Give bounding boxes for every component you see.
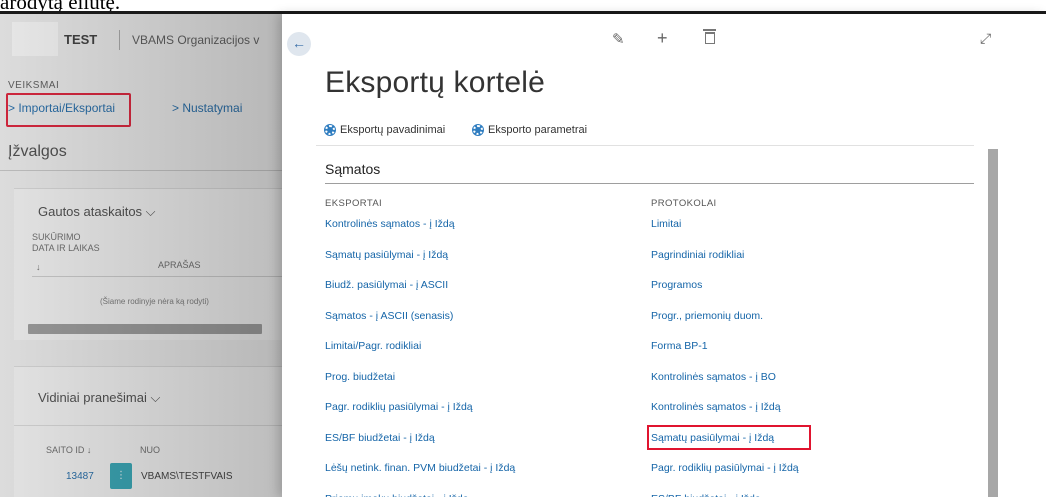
received-reports-title[interactable]: Gautos ataskaitos ⌵ [38, 204, 156, 220]
export-link[interactable]: Sąmatos - į ASCII (senasis) [325, 310, 453, 322]
insights-title: Įžvalgos [8, 143, 67, 160]
export-link[interactable]: Sąmatų pasiūlymai - į Iždą [325, 249, 448, 261]
export-link[interactable]: Prog. biudžetai [325, 371, 395, 383]
gear-icon [325, 125, 335, 135]
export-link[interactable]: Lėšų netink. finan. PVM biudžetai - į Iž… [325, 462, 515, 474]
protocol-link[interactable]: Progr., priemonių duom. [651, 310, 763, 322]
insights-divider [0, 170, 282, 171]
horizontal-scrollbar[interactable] [28, 324, 262, 334]
protocol-link[interactable]: Limitai [651, 218, 681, 230]
export-link[interactable]: Kontrolinės sąmatos - į Iždą [325, 218, 455, 230]
chevron-down-icon: ⌵ [142, 204, 156, 219]
protocols-header: PROTOKOLAI [651, 198, 717, 209]
protocol-link[interactable]: Kontrolinės sąmatos - į BO [651, 371, 776, 383]
nav-export-parameters[interactable]: Eksporto parametrai [473, 124, 587, 136]
protocol-link[interactable]: Pagrindiniai rodikliai [651, 249, 744, 261]
message-entry-id[interactable]: 13487 [66, 471, 94, 482]
gear-icon [473, 125, 483, 135]
vertical-scrollbar[interactable] [988, 149, 998, 497]
column-description[interactable]: APRAŠAS [158, 260, 201, 270]
column-created[interactable]: SUKŪRIMO DATA IR LAIKAS [32, 232, 100, 254]
company-logo [12, 22, 58, 56]
back-button[interactable]: ← [287, 32, 311, 56]
import-export-highlight-box [6, 93, 131, 127]
empty-message: (Šiame rodinyje nėra ką rodyti) [100, 297, 209, 306]
sort-arrow-icon: ↓ [36, 262, 41, 272]
chevron-down-icon: ⌵ [146, 390, 161, 405]
highlight-box [647, 425, 811, 450]
action-settings[interactable]: > Nustatymai [172, 101, 242, 115]
export-link[interactable]: Biudž. pasiūlymai - į ASCII [325, 279, 448, 291]
internal-messages-title[interactable]: Vidiniai pranešimai ⌵ [38, 390, 160, 406]
actions-header: VEIKSMAI [8, 80, 60, 91]
export-link[interactable]: ES/BF biudžetai - į Iždą [325, 432, 435, 444]
section-divider [325, 183, 974, 184]
protocol-link[interactable]: Pagr. rodiklių pasiūlymai - į Iždą [651, 462, 799, 474]
expand-icon[interactable]: ⤢ [980, 30, 991, 47]
nav-divider [316, 145, 974, 146]
arrow-left-icon: ← [292, 35, 306, 51]
column-from[interactable]: NUO [140, 445, 160, 455]
card-divider [14, 425, 282, 426]
nav-export-names[interactable]: Eksportų pavadinimai [325, 124, 445, 136]
column-entry-id[interactable]: SAITO ID ↓ [46, 445, 91, 455]
organization-name[interactable]: VBAMS Organizacijos v [132, 33, 259, 47]
row-menu-icon[interactable]: ⋮ [110, 463, 132, 489]
table-divider [32, 276, 282, 277]
protocol-link[interactable]: Programos [651, 279, 702, 291]
protocol-link[interactable]: Kontrolinės sąmatos - į Iždą [651, 401, 781, 413]
export-link[interactable]: Priemų įmokų biudžetai - į Iždą [325, 493, 469, 497]
page-title: Eksportų kortelė [325, 66, 545, 99]
export-link[interactable]: Limitai/Pagr. rodikliai [325, 340, 421, 352]
edit-icon[interactable]: ✎ [612, 30, 625, 48]
header-divider [119, 30, 120, 50]
add-icon[interactable]: + [657, 28, 668, 49]
exports-header: EKSPORTAI [325, 198, 383, 209]
message-from: VBAMS\TESTFVAIS [141, 471, 233, 482]
export-link[interactable]: Pagr. rodiklių pasiūlymai - į Iždą [325, 401, 473, 413]
protocol-link[interactable]: Forma BP-1 [651, 340, 708, 352]
protocol-link[interactable]: ES/BF biudžetai - į Iždą [651, 493, 761, 497]
company-name[interactable]: TEST [64, 32, 97, 47]
delete-icon[interactable] [703, 29, 716, 44]
section-title[interactable]: Sąmatos [325, 161, 380, 177]
